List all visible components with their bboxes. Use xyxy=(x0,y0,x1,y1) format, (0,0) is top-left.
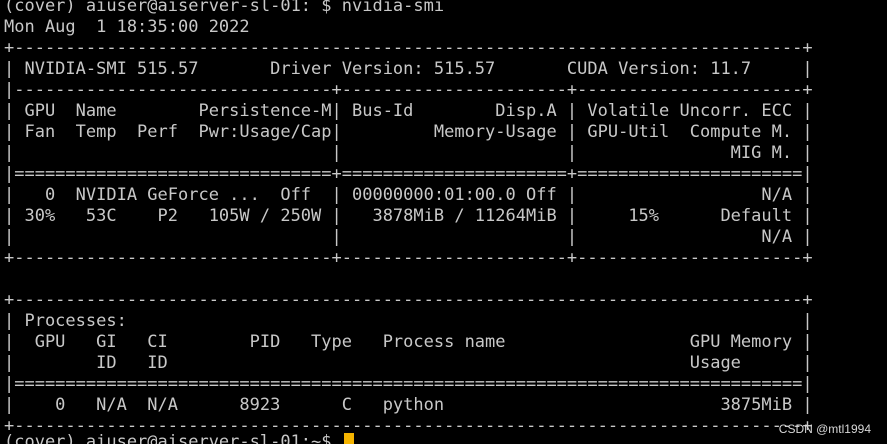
watermark: CSDN @mtl1994 xyxy=(778,422,871,436)
table-divider: |-------------------------------+-------… xyxy=(4,80,813,100)
processes-separator: |=======================================… xyxy=(4,374,813,394)
text-cursor xyxy=(343,433,354,444)
table-border-top: +---------------------------------------… xyxy=(4,38,813,58)
processes-title: | Processes: | xyxy=(4,311,813,331)
gpu-row-1: | 0 NVIDIA GeForce ... Off | 00000000:01… xyxy=(4,185,813,205)
processes-header-2: | ID ID Usage | xyxy=(4,353,813,373)
gpu-row-3: | | | N/A | xyxy=(4,227,813,247)
prompt-line[interactable]: (cover) aiuser@aiserver-sl-01:~$ xyxy=(4,432,354,444)
gpu-header-row-2: | Fan Temp Perf Pwr:Usage/Cap| Memory-Us… xyxy=(4,122,813,142)
processes-border-top: +---------------------------------------… xyxy=(4,290,813,310)
gpu-header-separator: |===============================+=======… xyxy=(4,164,813,184)
gpu-header-row-3: | | | MIG M. | xyxy=(4,143,813,163)
command-line: (cover) aiuser@aiserver-sl-01: $ nvidia-… xyxy=(4,0,445,16)
process-row: | 0 N/A N/A 8923 C python 3875MiB | xyxy=(4,395,813,415)
timestamp-line: Mon Aug 1 18:35:00 2022 xyxy=(4,17,250,37)
gpu-header-row-1: | GPU Name Persistence-M| Bus-Id Disp.A … xyxy=(4,101,813,121)
processes-header-1: | GPU GI CI PID Type Process name GPU Me… xyxy=(4,332,813,352)
prompt-text: (cover) aiuser@aiserver-sl-01:~$ xyxy=(4,432,342,444)
version-row: | NVIDIA-SMI 515.57 Driver Version: 515.… xyxy=(4,59,813,79)
table-border-bottom: +-------------------------------+-------… xyxy=(4,248,813,268)
gpu-row-2: | 30% 53C P2 105W / 250W | 3878MiB / 112… xyxy=(4,206,813,226)
terminal-window[interactable]: (cover) aiuser@aiserver-sl-01: $ nvidia-… xyxy=(0,0,887,444)
